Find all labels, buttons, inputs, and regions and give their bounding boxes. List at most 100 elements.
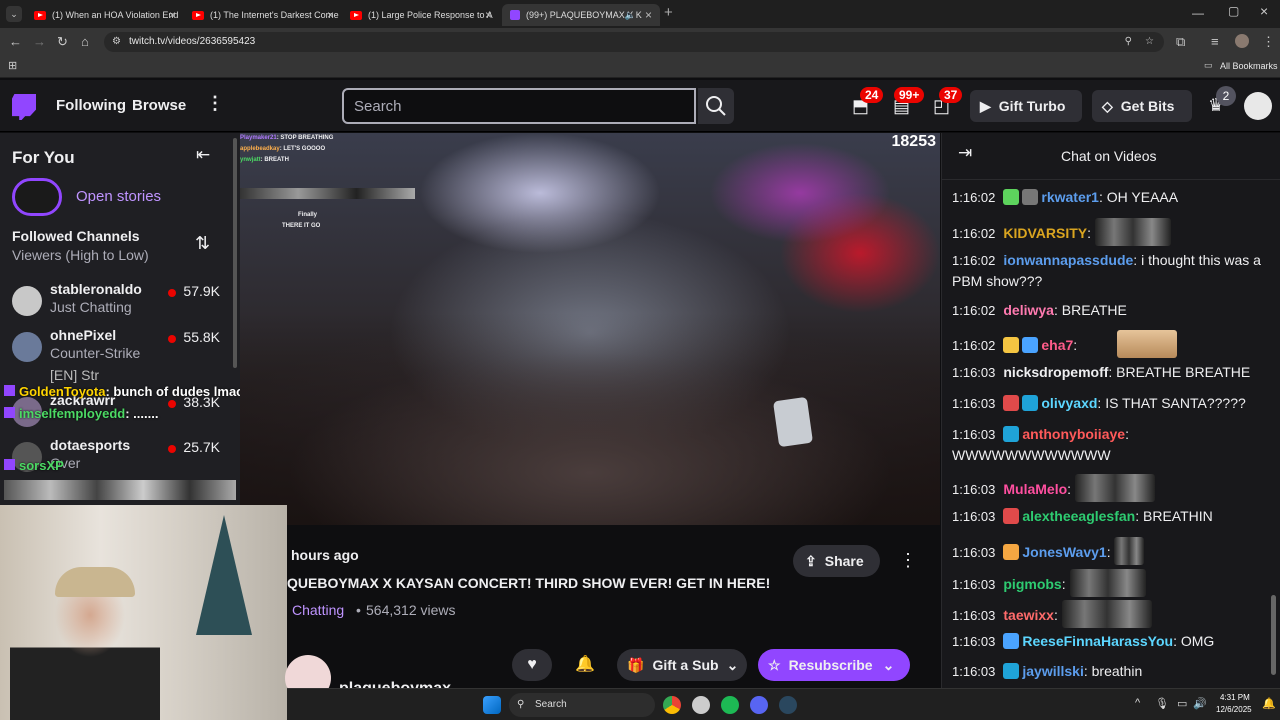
- tray-chevron-icon[interactable]: ^: [1135, 697, 1140, 709]
- address-bar[interactable]: ⚙ twitch.tv/videos/2636595423 ⚲ ☆: [104, 32, 1164, 52]
- chat-username[interactable]: jaywillski: [1022, 663, 1083, 679]
- reload-icon[interactable]: ↻: [57, 34, 68, 50]
- more-options-icon[interactable]: ⋮: [899, 550, 917, 571]
- close-icon[interactable]: ×: [327, 8, 334, 22]
- chat-username[interactable]: olivyaxd: [1041, 395, 1097, 411]
- all-bookmarks-link[interactable]: All Bookmarks: [1220, 61, 1278, 71]
- bookmark-star-icon[interactable]: ☆: [1145, 32, 1154, 52]
- chat-username[interactable]: nicksdropemoff: [1003, 364, 1108, 380]
- github-icon[interactable]: [692, 696, 710, 714]
- browse-link[interactable]: Browse: [132, 97, 186, 114]
- minimize-button[interactable]: —: [1192, 6, 1204, 20]
- chat-username[interactable]: eha7: [1041, 337, 1073, 353]
- chat-username[interactable]: alextheeaglesfan: [1022, 508, 1135, 524]
- chat-timestamp[interactable]: 1:16:02: [952, 190, 995, 205]
- collapse-sidebar-icon[interactable]: ⇤: [196, 145, 210, 165]
- sidebar-channel-item[interactable]: stableronaldo Just Chatting 57.9K: [0, 280, 236, 326]
- chrome-icon[interactable]: [663, 696, 681, 714]
- phone-in-crowd: [772, 396, 814, 448]
- clock-time[interactable]: 4:31 PM: [1220, 693, 1250, 702]
- zoom-icon[interactable]: ⚲: [1125, 32, 1132, 52]
- chat-username[interactable]: pigmobs: [1003, 576, 1061, 592]
- chat-username[interactable]: KIDVARSITY: [1003, 225, 1087, 241]
- gift-turbo-button[interactable]: ▶ Gift Turbo: [970, 90, 1082, 122]
- forward-icon[interactable]: →: [33, 34, 46, 49]
- chat-timestamp[interactable]: 1:16:03: [952, 545, 995, 560]
- home-icon[interactable]: ⌂: [81, 34, 89, 49]
- site-info-icon[interactable]: ⚙: [112, 32, 121, 52]
- steam-icon[interactable]: [779, 696, 797, 714]
- share-button[interactable]: ⇪ Share: [793, 545, 880, 577]
- sidebar-scrollbar[interactable]: [233, 138, 237, 368]
- chat-timestamp[interactable]: 1:16:03: [952, 608, 995, 623]
- apps-grid-icon[interactable]: ⊞: [8, 59, 17, 72]
- chat-username[interactable]: ionwannapassdude: [1003, 252, 1133, 268]
- stories-avatar[interactable]: [12, 178, 62, 216]
- close-icon[interactable]: ×: [169, 8, 176, 22]
- twitch-logo-icon[interactable]: [12, 94, 36, 120]
- sidebar-channel-item[interactable]: ohnePixel Counter-Strike 55.8K: [0, 326, 236, 372]
- chat-username[interactable]: JonesWavy1: [1022, 544, 1106, 560]
- extensions-icon[interactable]: ⧉: [1176, 34, 1185, 50]
- back-icon[interactable]: ←: [9, 34, 22, 49]
- discord-icon[interactable]: [750, 696, 768, 714]
- chat-timestamp[interactable]: 1:16:03: [952, 427, 995, 442]
- browser-tab-active[interactable]: (99+) PLAQUEBOYMAX X K 🔈 ×: [502, 4, 660, 26]
- chat-username[interactable]: MulaMelo: [1003, 481, 1067, 497]
- category-link[interactable]: Chatting: [292, 602, 344, 618]
- volume-icon[interactable]: 🔊: [1193, 697, 1207, 710]
- windows-start-icon[interactable]: [483, 696, 501, 714]
- chat-timestamp[interactable]: 1:16:03: [952, 634, 995, 649]
- chat-scrollbar[interactable]: [1271, 595, 1276, 675]
- following-link[interactable]: Following: [56, 97, 126, 114]
- chat-timestamp[interactable]: 1:16:03: [952, 365, 995, 380]
- chat-username[interactable]: taewixx: [1003, 607, 1054, 623]
- open-stories-link[interactable]: Open stories: [76, 188, 161, 205]
- search-button[interactable]: [698, 88, 734, 124]
- chat-timestamp[interactable]: 1:16:02: [952, 303, 995, 318]
- menu-icon[interactable]: ⋮: [1262, 34, 1275, 50]
- speaker-icon[interactable]: 🔈: [625, 10, 636, 21]
- resubscribe-button[interactable]: ☆ Resubscribe ⌄: [758, 649, 910, 681]
- chat-timestamp[interactable]: 1:16:03: [952, 396, 995, 411]
- chat-timestamp[interactable]: 1:16:03: [952, 482, 995, 497]
- notification-bell-icon[interactable]: 🔔: [1262, 697, 1276, 710]
- video-player[interactable]: Playmaker21: STOP BREATHING applebeadkay…: [240, 133, 940, 525]
- chat-username[interactable]: rkwater1: [1041, 189, 1099, 205]
- reading-list-icon[interactable]: ≡: [1211, 34, 1219, 49]
- close-window-button[interactable]: ×: [1260, 3, 1268, 19]
- get-bits-button[interactable]: ◇ Get Bits: [1092, 90, 1192, 122]
- spotify-icon[interactable]: [721, 696, 739, 714]
- browser-tab[interactable]: (1) When an HOA Violation End ×: [26, 4, 184, 26]
- network-icon[interactable]: ▭: [1177, 697, 1187, 710]
- chat-timestamp[interactable]: 1:16:02: [952, 253, 995, 268]
- follow-heart-button[interactable]: ♥: [512, 649, 552, 681]
- chat-username[interactable]: deliwya: [1003, 302, 1054, 318]
- more-menu-icon[interactable]: ⋮: [206, 93, 224, 114]
- close-icon[interactable]: ×: [645, 8, 652, 22]
- new-tab-button[interactable]: +: [664, 4, 673, 21]
- chat-username[interactable]: anthonyboiiaye: [1022, 426, 1125, 442]
- microphone-icon[interactable]: 🎙: [1155, 697, 1169, 710]
- browser-tab[interactable]: (1) The Internet's Darkest Corne ×: [184, 4, 342, 26]
- profile-avatar[interactable]: [1235, 34, 1249, 48]
- user-avatar[interactable]: [1244, 92, 1272, 120]
- clock-date[interactable]: 12/6/2025: [1216, 705, 1252, 714]
- chat-timestamp[interactable]: 1:16:02: [952, 338, 995, 353]
- chat-timestamp[interactable]: 1:16:02: [952, 226, 995, 241]
- chat-timestamp[interactable]: 1:16:03: [952, 509, 995, 524]
- chat-username[interactable]: ReeseFinnaHarassYou: [1022, 633, 1173, 649]
- taskbar-search[interactable]: ⚲ Search: [509, 693, 655, 717]
- gift-sub-button[interactable]: 🎁 Gift a Sub ⌄: [617, 649, 747, 681]
- notification-bell-button[interactable]: 🔔: [565, 649, 605, 681]
- browser-tab[interactable]: (1) Large Police Response to A ×: [342, 4, 500, 26]
- sort-icon[interactable]: ⇅: [195, 233, 210, 254]
- chat-timestamp[interactable]: 1:16:03: [952, 577, 995, 592]
- bookmarks-bar: ⊞ ▭ All Bookmarks: [0, 56, 1280, 78]
- chat-timestamp[interactable]: 1:16:03: [952, 664, 995, 679]
- maximize-button[interactable]: ▢: [1228, 4, 1239, 18]
- expand-chat-icon[interactable]: ⇥: [958, 143, 972, 163]
- close-icon[interactable]: ×: [485, 8, 492, 22]
- tab-search-icon[interactable]: ⌄: [6, 6, 22, 22]
- search-input[interactable]: Search: [342, 88, 696, 124]
